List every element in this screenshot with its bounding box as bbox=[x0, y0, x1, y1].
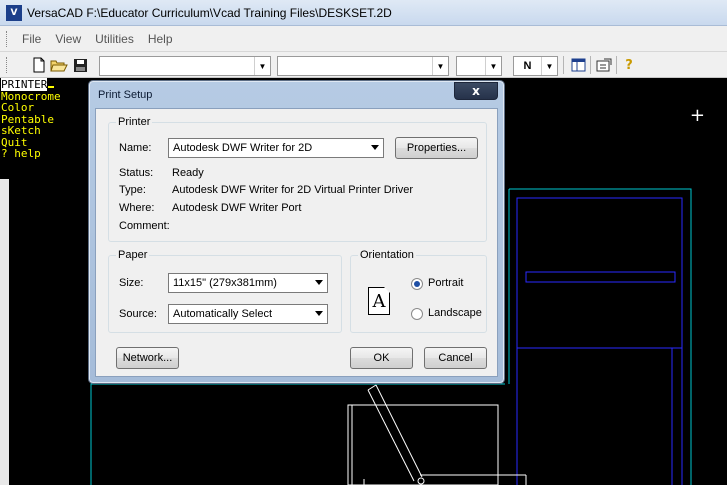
mode-combo-value: N bbox=[523, 60, 532, 72]
toolbar-separator bbox=[616, 56, 617, 74]
crosshair-cursor-icon: + bbox=[689, 105, 705, 126]
dialog-client-area: Printer Name: Autodesk DWF Writer for 2D… bbox=[95, 108, 498, 377]
chevron-down-icon: ▼ bbox=[254, 57, 270, 75]
printer-where-label: Where: bbox=[119, 202, 155, 214]
save-file-button[interactable] bbox=[71, 56, 89, 74]
printer-name-label: Name: bbox=[119, 142, 152, 154]
chevron-down-icon: ▼ bbox=[541, 57, 557, 75]
properties-icon bbox=[596, 58, 612, 72]
new-file-button[interactable] bbox=[30, 56, 48, 74]
open-folder-icon bbox=[50, 60, 68, 72]
mode-combo[interactable]: N ▼ bbox=[513, 56, 558, 76]
side-menu-printer[interactable]: PRINTER bbox=[1, 78, 88, 91]
chevron-down-icon bbox=[315, 311, 323, 316]
chevron-down-icon bbox=[371, 145, 379, 150]
open-file-button[interactable] bbox=[50, 56, 68, 74]
view-combo[interactable]: ▼ bbox=[277, 56, 449, 76]
ok-button[interactable]: OK bbox=[350, 347, 413, 369]
window-titlebar: V VersaCAD F:\Educator Curriculum\Vcad T… bbox=[0, 0, 727, 26]
menu-help[interactable]: Help bbox=[148, 32, 173, 46]
portrait-label[interactable]: Portrait bbox=[428, 277, 463, 289]
command-side-menu: PRINTER Monocrome Color Pentable sKetch … bbox=[0, 78, 88, 160]
menu-bar: File View Utilities Help bbox=[0, 26, 727, 52]
versacad-app-icon: V bbox=[6, 4, 22, 21]
chevron-down-icon: ▼ bbox=[432, 57, 448, 75]
paper-size-value: 11x15" (279x381mm) bbox=[173, 277, 277, 289]
paper-source-value: Automatically Select bbox=[173, 308, 273, 320]
paper-group-legend: Paper bbox=[116, 249, 150, 261]
menu-file[interactable]: File bbox=[22, 32, 41, 46]
printer-where-value: Autodesk DWF Writer Port bbox=[172, 202, 302, 214]
toolbar-separator bbox=[590, 56, 591, 74]
dialog-title: Print Setup bbox=[98, 89, 153, 101]
chevron-down-icon bbox=[315, 280, 323, 285]
help-button[interactable]: ? bbox=[620, 56, 638, 74]
pen-combo-value bbox=[457, 57, 485, 75]
cancel-button[interactable]: Cancel bbox=[424, 347, 487, 369]
printer-name-select[interactable]: Autodesk DWF Writer for 2D bbox=[168, 138, 384, 158]
toolbar-grip[interactable] bbox=[6, 57, 9, 73]
printer-type-label: Type: bbox=[119, 184, 146, 196]
paper-source-label: Source: bbox=[119, 308, 157, 320]
window-panel-icon bbox=[571, 58, 585, 72]
paper-size-select[interactable]: 11x15" (279x381mm) bbox=[168, 273, 328, 293]
network-button[interactable]: Network... bbox=[116, 347, 179, 369]
orientation-group-legend: Orientation bbox=[358, 249, 416, 261]
panel-toggle-button[interactable] bbox=[569, 56, 587, 74]
layer-combo[interactable]: ▼ bbox=[99, 56, 271, 76]
side-menu-help[interactable]: ? help bbox=[1, 148, 88, 160]
portrait-page-icon: A bbox=[368, 287, 390, 315]
toolbar: ▼ ▼ ▼ N ▼ ? bbox=[0, 52, 727, 78]
printer-group-legend: Printer bbox=[116, 116, 153, 128]
paper-size-label: Size: bbox=[119, 277, 144, 289]
printer-type-value: Autodesk DWF Writer for 2D Virtual Print… bbox=[172, 184, 414, 196]
dialog-close-button[interactable]: x bbox=[454, 82, 498, 100]
print-setup-dialog: Print Setup x Printer Name: Autodesk DWF… bbox=[88, 80, 505, 384]
menu-view[interactable]: View bbox=[55, 32, 81, 46]
menubar-grip[interactable] bbox=[6, 31, 9, 47]
save-disk-icon bbox=[73, 58, 87, 72]
landscape-radio[interactable] bbox=[411, 308, 423, 320]
window-title: VersaCAD F:\Educator Curriculum\Vcad Tra… bbox=[27, 5, 392, 20]
close-icon: x bbox=[472, 84, 480, 98]
left-scroll-strip[interactable] bbox=[0, 179, 9, 485]
text-cursor bbox=[48, 86, 55, 88]
printer-comment-label: Comment: bbox=[119, 220, 170, 232]
help-question-icon: ? bbox=[625, 57, 633, 73]
printer-status-value: Ready bbox=[172, 167, 204, 179]
paper-source-select[interactable]: Automatically Select bbox=[168, 304, 328, 324]
printer-name-value: Autodesk DWF Writer for 2D bbox=[173, 142, 313, 154]
pen-combo[interactable]: ▼ bbox=[456, 56, 502, 76]
side-menu-sketch[interactable]: sKetch bbox=[1, 125, 88, 137]
chevron-down-icon: ▼ bbox=[485, 57, 501, 75]
side-menu-color[interactable]: Color bbox=[1, 102, 88, 114]
printer-status-label: Status: bbox=[119, 167, 154, 179]
new-file-icon bbox=[33, 57, 45, 73]
properties-button[interactable] bbox=[595, 56, 613, 74]
toolbar-separator bbox=[563, 56, 564, 74]
landscape-label[interactable]: Landscape bbox=[428, 307, 482, 319]
portrait-radio[interactable] bbox=[411, 278, 423, 290]
properties-button[interactable]: Properties... bbox=[395, 137, 478, 159]
menu-utilities[interactable]: Utilities bbox=[95, 32, 134, 46]
